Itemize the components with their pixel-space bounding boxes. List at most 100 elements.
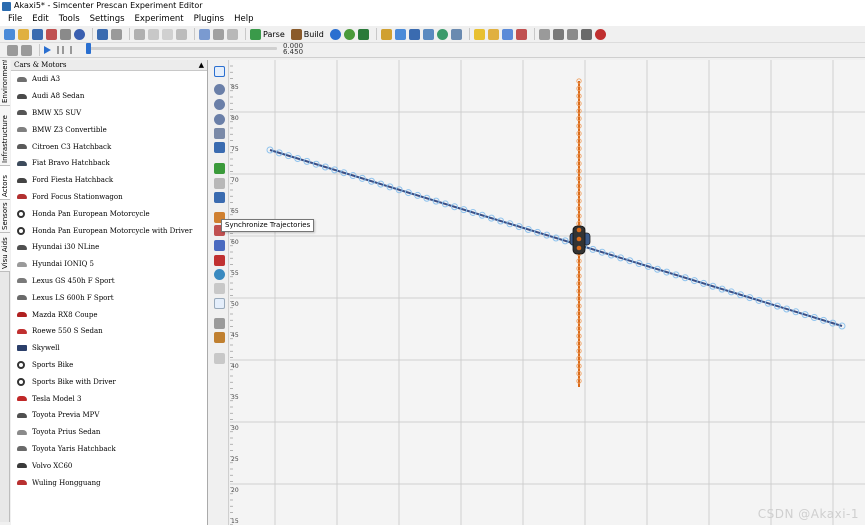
align-icon[interactable] [214, 318, 225, 329]
rewind-icon[interactable] [70, 46, 78, 54]
tab-infrastructure[interactable]: Infrastructure [0, 106, 10, 166]
run-icon[interactable] [343, 28, 355, 40]
menu-experiment[interactable]: Experiment [130, 12, 189, 26]
bug-icon[interactable] [594, 28, 606, 40]
save-as-icon[interactable] [46, 28, 57, 40]
library-item[interactable]: Hyundai IONIQ 5 [11, 256, 207, 273]
library-item[interactable]: Toyota Previa MPV [11, 407, 207, 424]
layer-icon[interactable] [538, 28, 550, 40]
tab-visu-aids[interactable]: Visu Aids [0, 233, 10, 272]
menu-edit[interactable]: Edit [27, 12, 53, 26]
library-item[interactable]: Sports Bike [11, 357, 207, 374]
rotate-icon[interactable] [214, 178, 225, 189]
menu-tools[interactable]: Tools [54, 12, 85, 26]
cut-icon[interactable] [134, 28, 145, 40]
library-item[interactable]: Ford Focus Stationwagon [11, 189, 207, 206]
tab-actors[interactable]: Actors [0, 166, 10, 200]
library-item[interactable]: Toyota Yaris Hatchback [11, 441, 207, 458]
play-icon[interactable] [44, 46, 51, 54]
time-slider-thumb[interactable] [86, 43, 91, 54]
library-item[interactable]: Volvo XC60 [11, 457, 207, 474]
library-item[interactable]: Sports Bike with Driver [11, 373, 207, 390]
library-item[interactable]: Fiat Bravo Hatchback [11, 155, 207, 172]
undo-icon[interactable] [97, 28, 108, 40]
curve-icon[interactable] [214, 353, 225, 364]
zoom-out-icon[interactable] [214, 114, 225, 125]
library-item[interactable]: Audi A3 [11, 71, 207, 88]
zoom-icon[interactable] [214, 84, 225, 95]
library-item[interactable]: Tesla Model 3 [11, 390, 207, 407]
library-item[interactable]: Citroen C3 Hatchback [11, 138, 207, 155]
time-slider-track[interactable] [87, 47, 277, 50]
redo-icon[interactable] [111, 28, 122, 40]
trajectory-icon[interactable] [214, 192, 225, 203]
library-item[interactable]: Lexus LS 600h F Sport [11, 289, 207, 306]
simulink-icon[interactable] [357, 28, 369, 40]
chart-icon[interactable] [515, 28, 527, 40]
star-icon[interactable] [473, 28, 485, 40]
select-tool-icon[interactable] [214, 66, 225, 77]
tab-environment[interactable]: Environment [0, 60, 10, 106]
help-icon[interactable] [74, 28, 85, 40]
paste-icon[interactable] [162, 28, 173, 40]
check-icon[interactable] [214, 163, 225, 174]
new-icon[interactable] [4, 28, 15, 40]
export-icon[interactable] [21, 44, 32, 56]
library-item[interactable]: Hyundai i30 NLine [11, 239, 207, 256]
group-icon[interactable] [566, 28, 578, 40]
settings-icon[interactable] [580, 28, 592, 40]
image-icon[interactable] [450, 28, 462, 40]
build-button[interactable]: Build [290, 28, 324, 40]
library-item[interactable]: Wuling Hongguang [11, 474, 207, 491]
tab-sensors[interactable]: Sensors [0, 200, 10, 233]
open-icon[interactable] [18, 28, 29, 40]
library-item[interactable]: Honda Pan European Motorcycle with Drive… [11, 222, 207, 239]
weather-icon[interactable] [501, 28, 513, 40]
copy-icon[interactable] [148, 28, 159, 40]
library-item[interactable]: BMW X5 SUV [11, 105, 207, 122]
record-icon[interactable] [7, 44, 18, 56]
wrench-icon[interactable] [213, 28, 224, 40]
print-icon[interactable] [60, 28, 71, 40]
globe-icon[interactable] [329, 28, 341, 40]
library-item[interactable]: Toyota Prius Sedan [11, 424, 207, 441]
menu-plugins[interactable]: Plugins [189, 12, 229, 26]
zoom-fit-icon[interactable] [214, 128, 225, 139]
save-icon[interactable] [32, 28, 43, 40]
ruler-icon[interactable] [380, 28, 392, 40]
library-item[interactable]: Mazda RX8 Coupe [11, 306, 207, 323]
measure-icon[interactable] [214, 298, 225, 309]
scene-svg[interactable]: 85 80 75 70 65 60 55 50 45 40 35 30 25 20 15 [230, 60, 865, 525]
sphere-icon[interactable] [214, 269, 225, 280]
menu-settings[interactable]: Settings [85, 12, 130, 26]
collapse-icon[interactable]: ▲ [199, 60, 204, 71]
menu-file[interactable]: File [3, 12, 27, 26]
table-icon[interactable] [408, 28, 420, 40]
traffic-icon[interactable] [214, 255, 225, 266]
library-item[interactable]: Audi A8 Sedan [11, 88, 207, 105]
road-icon[interactable] [394, 28, 406, 40]
pan-icon[interactable] [214, 142, 225, 153]
fit-view-icon[interactable] [199, 28, 210, 40]
menu-help[interactable]: Help [229, 12, 258, 26]
library-header[interactable]: Cars & Motors ▲ [11, 60, 207, 71]
parse-button[interactable]: Parse [250, 28, 285, 40]
zoom-in-icon[interactable] [214, 99, 225, 110]
scene-canvas[interactable]: 85 80 75 70 65 60 55 50 45 40 35 30 25 20 15 CSDN @Aka… [230, 60, 865, 525]
pause-icon[interactable] [57, 46, 64, 54]
palette-icon[interactable] [214, 332, 225, 343]
library-item[interactable]: Honda Pan European Motorcycle [11, 205, 207, 222]
object-icon[interactable] [552, 28, 564, 40]
library-item[interactable]: Lexus GS 450h F Sport [11, 273, 207, 290]
library-item[interactable]: BMW Z3 Convertible [11, 121, 207, 138]
pen-icon[interactable] [227, 28, 238, 40]
library-item[interactable]: Ford Fiesta Hatchback [11, 172, 207, 189]
camera-icon[interactable] [422, 28, 434, 40]
delete-icon[interactable] [176, 28, 187, 40]
library-item[interactable]: Skywell [11, 340, 207, 357]
link-icon[interactable] [214, 240, 225, 251]
world-icon[interactable] [436, 28, 448, 40]
folder-icon[interactable] [487, 28, 499, 40]
cloud-icon[interactable] [214, 283, 225, 294]
library-item[interactable]: Roewe 550 S Sedan [11, 323, 207, 340]
